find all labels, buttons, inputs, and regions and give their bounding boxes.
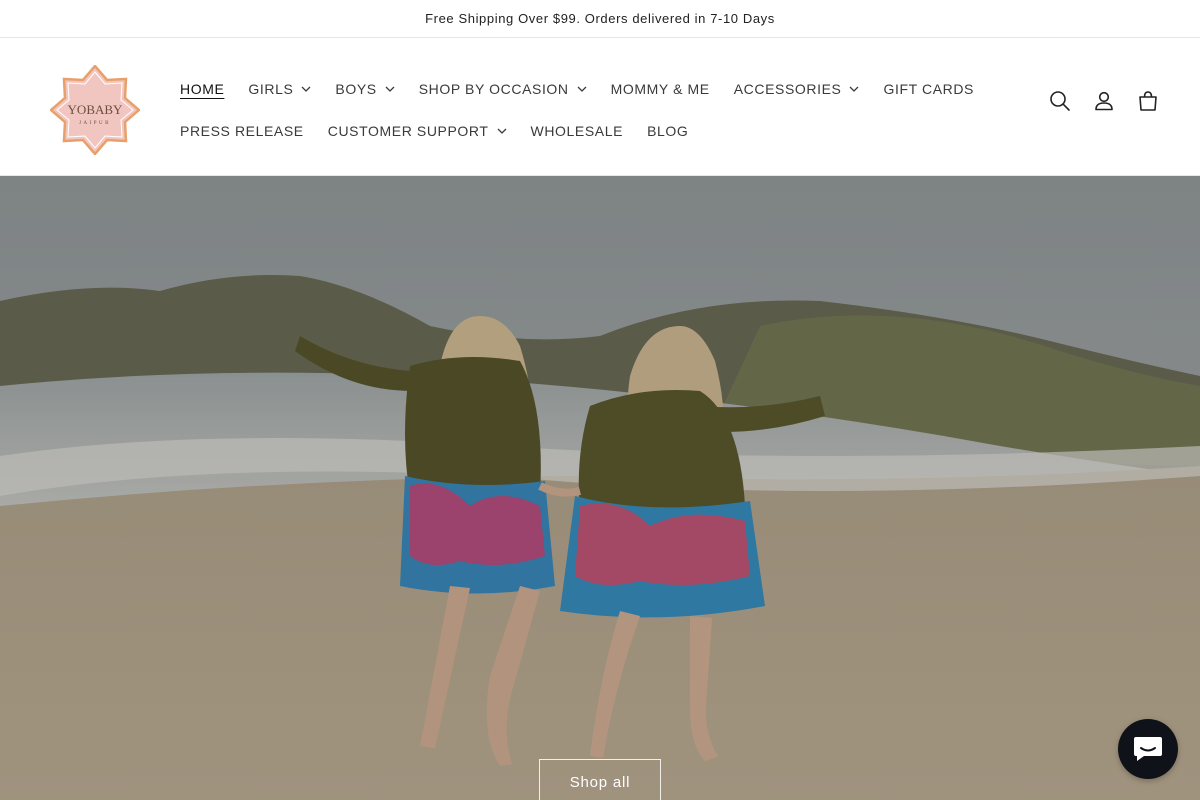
nav-label: ACCESSORIES bbox=[733, 81, 842, 97]
chat-icon bbox=[1134, 737, 1162, 761]
chevron-down-icon bbox=[577, 86, 587, 92]
chevron-down-icon bbox=[301, 86, 311, 92]
nav-item-wholesale[interactable]: WHOLESALE bbox=[519, 110, 636, 152]
main-navigation: HOME GIRLS BOYS SHOP BY OCCASION MOMMY &… bbox=[168, 68, 1018, 152]
nav-item-accessories[interactable]: ACCESSORIES bbox=[722, 68, 872, 110]
nav-item-press-release[interactable]: PRESS RELEASE bbox=[168, 110, 316, 152]
nav-label: BOYS bbox=[335, 81, 377, 97]
hero-banner: Shop all bbox=[0, 176, 1200, 800]
nav-item-home[interactable]: HOME bbox=[168, 68, 236, 110]
site-header: YOBABY JAIPUR HOME GIRLS BOYS SHOP BY OC… bbox=[0, 38, 1200, 176]
nav-label: MOMMY & ME bbox=[610, 81, 710, 97]
logo-text: YOBABY bbox=[68, 102, 124, 117]
search-icon[interactable] bbox=[1046, 87, 1074, 115]
nav-label: PRESS RELEASE bbox=[180, 123, 304, 139]
nav-item-customer-support[interactable]: CUSTOMER SUPPORT bbox=[316, 110, 519, 152]
brand-logo[interactable]: YOBABY JAIPUR bbox=[50, 65, 140, 155]
shop-all-button[interactable]: Shop all bbox=[539, 759, 661, 800]
chevron-down-icon bbox=[849, 86, 859, 92]
nav-label: GIFT CARDS bbox=[883, 81, 974, 97]
chevron-down-icon bbox=[385, 86, 395, 92]
nav-item-blog[interactable]: BLOG bbox=[635, 110, 700, 152]
hero-overlay bbox=[0, 176, 1200, 800]
chevron-down-icon bbox=[497, 128, 507, 134]
nav-item-shop-by-occasion[interactable]: SHOP BY OCCASION bbox=[407, 68, 599, 110]
nav-label: GIRLS bbox=[248, 81, 294, 97]
header-icons bbox=[1046, 87, 1162, 115]
nav-item-gift-cards[interactable]: GIFT CARDS bbox=[871, 68, 986, 110]
nav-item-boys[interactable]: BOYS bbox=[323, 68, 406, 110]
nav-item-girls[interactable]: GIRLS bbox=[236, 68, 323, 110]
account-icon[interactable] bbox=[1090, 87, 1118, 115]
announcement-text: Free Shipping Over $99. Orders delivered… bbox=[425, 11, 775, 26]
chat-widget-button[interactable] bbox=[1118, 719, 1178, 779]
announcement-bar: Free Shipping Over $99. Orders delivered… bbox=[0, 0, 1200, 38]
cart-icon[interactable] bbox=[1134, 87, 1162, 115]
logo-subtext: JAIPUR bbox=[79, 121, 111, 126]
nav-label: HOME bbox=[180, 81, 225, 97]
nav-label: WHOLESALE bbox=[530, 123, 624, 139]
nav-item-mommy-and-me[interactable]: MOMMY & ME bbox=[599, 68, 722, 110]
nav-label: BLOG bbox=[647, 123, 689, 139]
nav-label: CUSTOMER SUPPORT bbox=[327, 123, 489, 139]
nav-label: SHOP BY OCCASION bbox=[418, 81, 569, 97]
